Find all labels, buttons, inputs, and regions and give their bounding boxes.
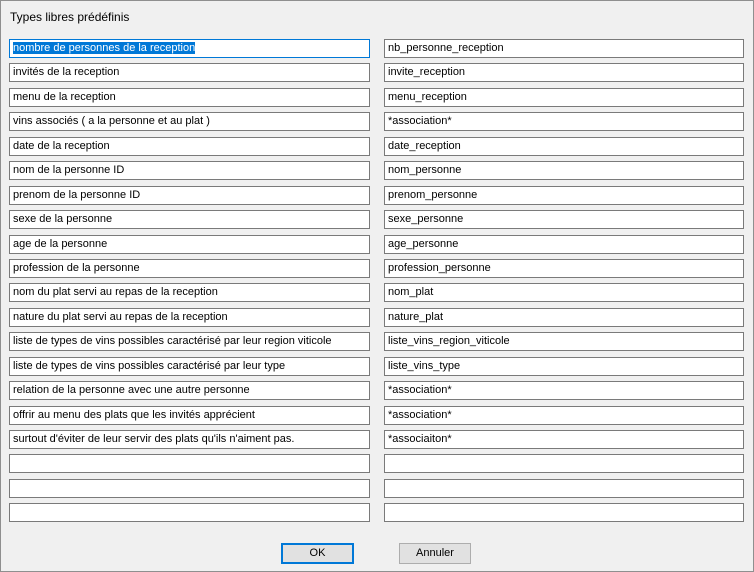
description-field[interactable]: nom du plat servi au repas de la recepti… — [9, 283, 370, 303]
field-row: nom de la personne ID nom_personne — [9, 161, 745, 185]
field-row: age de la personne age_personne — [9, 234, 745, 259]
identifier-field[interactable] — [384, 478, 744, 498]
ok-button[interactable]: OK — [281, 543, 354, 564]
field-row: invités de la reception invite_reception — [9, 63, 745, 87]
field-row: nom du plat servi au repas de la recepti… — [9, 283, 745, 307]
identifier-field[interactable]: nature_plat — [384, 307, 744, 327]
identifier-field[interactable]: nb_personne_reception — [384, 39, 744, 58]
description-field[interactable]: prenom de la personne ID — [9, 185, 370, 205]
field-row: sexe de la personne sexe_personne — [9, 210, 745, 234]
identifier-field[interactable]: date_reception — [384, 136, 744, 156]
field-row: relation de la personne avec une autre p… — [9, 381, 745, 405]
description-field[interactable] — [9, 454, 370, 474]
field-row — [9, 478, 745, 503]
identifier-field[interactable]: sexe_personne — [384, 210, 744, 230]
description-field[interactable]: nature du plat servi au repas de la rece… — [9, 307, 370, 327]
identifier-field[interactable]: *association* — [384, 381, 744, 401]
description-field[interactable] — [9, 478, 370, 498]
description-field[interactable]: surtout d'éviter de leur servir des plat… — [9, 430, 370, 449]
identifier-field[interactable] — [384, 454, 744, 474]
dialog-title: Types libres prédéfinis — [10, 10, 130, 24]
identifier-field[interactable]: *associaiton* — [384, 430, 744, 449]
field-row: offrir au menu des plats que les invités… — [9, 405, 745, 430]
field-row: liste de types de vins possibles caracté… — [9, 332, 745, 356]
description-field[interactable]: offrir au menu des plats que les invités… — [9, 405, 370, 425]
identifier-field[interactable]: nom_plat — [384, 283, 744, 303]
description-field[interactable]: menu de la reception — [9, 87, 370, 107]
description-field[interactable]: sexe de la personne — [9, 210, 370, 230]
description-field[interactable]: vins associés ( a la personne et au plat… — [9, 112, 370, 132]
identifier-field[interactable]: nom_personne — [384, 161, 744, 181]
identifier-field[interactable]: menu_reception — [384, 87, 744, 107]
field-rows: nombre de personnes de la reception nb_pe… — [9, 39, 745, 528]
identifier-field[interactable]: profession_personne — [384, 258, 744, 278]
description-field[interactable] — [9, 503, 370, 523]
field-row: prenom de la personne ID prenom_personne — [9, 185, 745, 210]
field-row: date de la reception date_reception — [9, 136, 745, 161]
description-field[interactable]: liste de types de vins possibles caracté… — [9, 356, 370, 376]
identifier-field[interactable]: liste_vins_type — [384, 356, 744, 376]
description-field[interactable]: nombre de personnes de la reception — [9, 39, 370, 58]
identifier-field[interactable]: *association* — [384, 112, 744, 132]
field-row: liste de types de vins possibles caracté… — [9, 356, 745, 381]
identifier-field[interactable]: prenom_personne — [384, 185, 744, 205]
description-field[interactable]: nom de la personne ID — [9, 161, 370, 181]
identifier-field[interactable]: liste_vins_region_viticole — [384, 332, 744, 352]
identifier-field[interactable]: *association* — [384, 405, 744, 425]
description-field[interactable]: age de la personne — [9, 234, 370, 254]
dialog-window: Types libres prédéfinis nombre de person… — [0, 0, 754, 572]
field-row: menu de la reception menu_reception — [9, 87, 745, 112]
identifier-field[interactable] — [384, 503, 744, 523]
description-field[interactable]: invités de la reception — [9, 63, 370, 83]
field-row: profession de la personne profession_pers… — [9, 258, 745, 283]
cancel-button[interactable]: Annuler — [399, 543, 471, 564]
field-row — [9, 454, 745, 478]
field-row: nature du plat servi au repas de la rece… — [9, 307, 745, 332]
field-row: vins associés ( a la personne et au plat… — [9, 112, 745, 136]
field-row: surtout d'éviter de leur servir des plat… — [9, 430, 745, 454]
identifier-field[interactable]: invite_reception — [384, 63, 744, 83]
selected-text: nombre de personnes de la reception — [13, 42, 196, 54]
description-field[interactable]: relation de la personne avec une autre p… — [9, 381, 370, 401]
description-field[interactable]: date de la reception — [9, 136, 370, 156]
description-field[interactable]: profession de la personne — [9, 258, 370, 278]
identifier-field[interactable]: age_personne — [384, 234, 744, 254]
field-row: nombre de personnes de la reception nb_pe… — [9, 39, 745, 63]
description-field[interactable]: liste de types de vins possibles caracté… — [9, 332, 370, 352]
field-row — [9, 503, 745, 527]
